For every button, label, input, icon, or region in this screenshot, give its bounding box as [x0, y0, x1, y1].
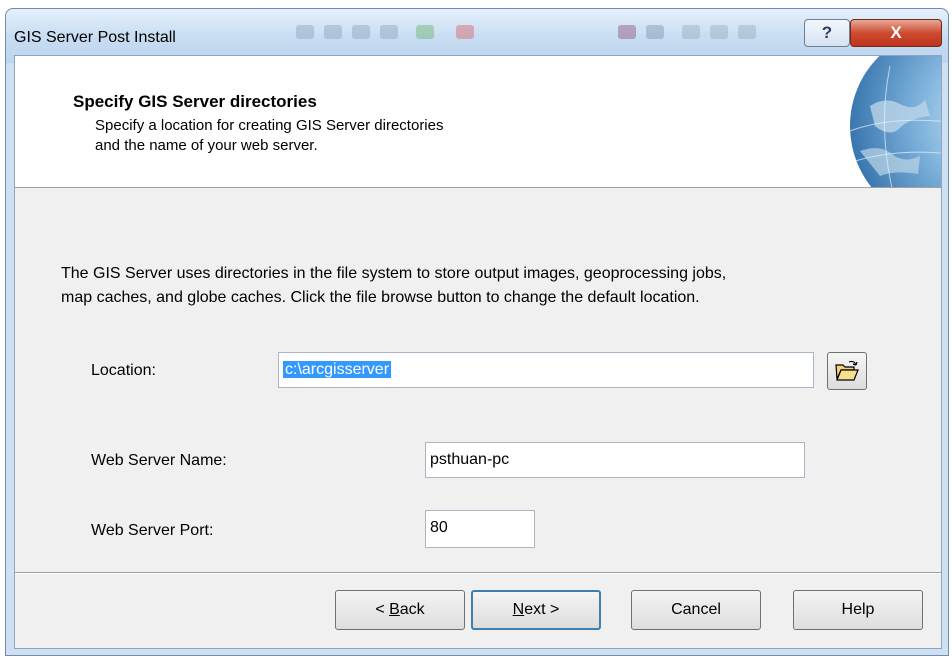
blurred-background-icon	[646, 25, 664, 39]
blurred-background-icon	[682, 25, 700, 39]
close-icon: X	[890, 23, 902, 42]
wizard-header: Specify GIS Server directories Specify a…	[15, 56, 941, 188]
blurred-background-icon	[416, 25, 434, 39]
question-icon: ?	[821, 23, 833, 42]
back-button[interactable]: < Back	[335, 590, 465, 630]
page-description: Specify a location for creating GIS Serv…	[95, 116, 615, 156]
dialog-window: GIS Server Post Install ? X Specify GIS …	[5, 8, 949, 656]
intro-text: The GIS Server uses directories in the f…	[61, 262, 901, 310]
next-rest: ext >	[524, 601, 560, 618]
location-input[interactable]: c:\arcgisserver	[278, 352, 814, 388]
back-prefix: <	[375, 601, 390, 618]
page-description-line: and the name of your web server.	[95, 137, 318, 154]
blurred-background-icon	[738, 25, 756, 39]
blurred-background-icon	[456, 25, 474, 39]
blurred-background-icon	[380, 25, 398, 39]
help-button[interactable]: Help	[793, 590, 923, 630]
web-server-name-value: psthuan-pc	[430, 451, 510, 468]
blurred-background-icon	[324, 25, 342, 39]
globe-icon	[849, 56, 941, 187]
web-server-name-label: Web Server Name:	[91, 452, 227, 469]
next-mnemonic: N	[512, 601, 525, 618]
location-label: Location:	[91, 362, 156, 379]
blurred-background-icon	[352, 25, 370, 39]
back-mnemonic: B	[389, 601, 400, 618]
dialog-body: Specify GIS Server directories Specify a…	[14, 55, 942, 649]
blurred-background-icon	[710, 25, 728, 39]
intro-line: The GIS Server uses directories in the f…	[61, 265, 727, 282]
cancel-button[interactable]: Cancel	[631, 590, 761, 630]
title-help-button[interactable]: ?	[804, 19, 850, 47]
browse-button[interactable]	[827, 352, 867, 390]
page-description-line: Specify a location for creating GIS Serv…	[95, 117, 444, 134]
blurred-background-icon	[618, 25, 636, 39]
window-title: GIS Server Post Install	[14, 29, 176, 46]
web-server-port-input[interactable]: 80	[425, 510, 535, 548]
back-rest: ack	[399, 601, 425, 618]
web-server-name-input[interactable]: psthuan-pc	[425, 442, 805, 478]
page-title: Specify GIS Server directories	[73, 92, 317, 111]
blurred-background-icon	[296, 25, 314, 39]
intro-line: map caches, and globe caches. Click the …	[61, 289, 700, 306]
location-value-selected: c:\arcgisserver	[283, 361, 392, 378]
web-server-port-label: Web Server Port:	[91, 522, 214, 539]
close-button[interactable]: X	[850, 19, 942, 47]
button-separator	[15, 572, 941, 574]
open-folder-icon	[835, 360, 859, 381]
next-button[interactable]: Next >	[471, 590, 601, 630]
web-server-port-value: 80	[430, 519, 448, 536]
